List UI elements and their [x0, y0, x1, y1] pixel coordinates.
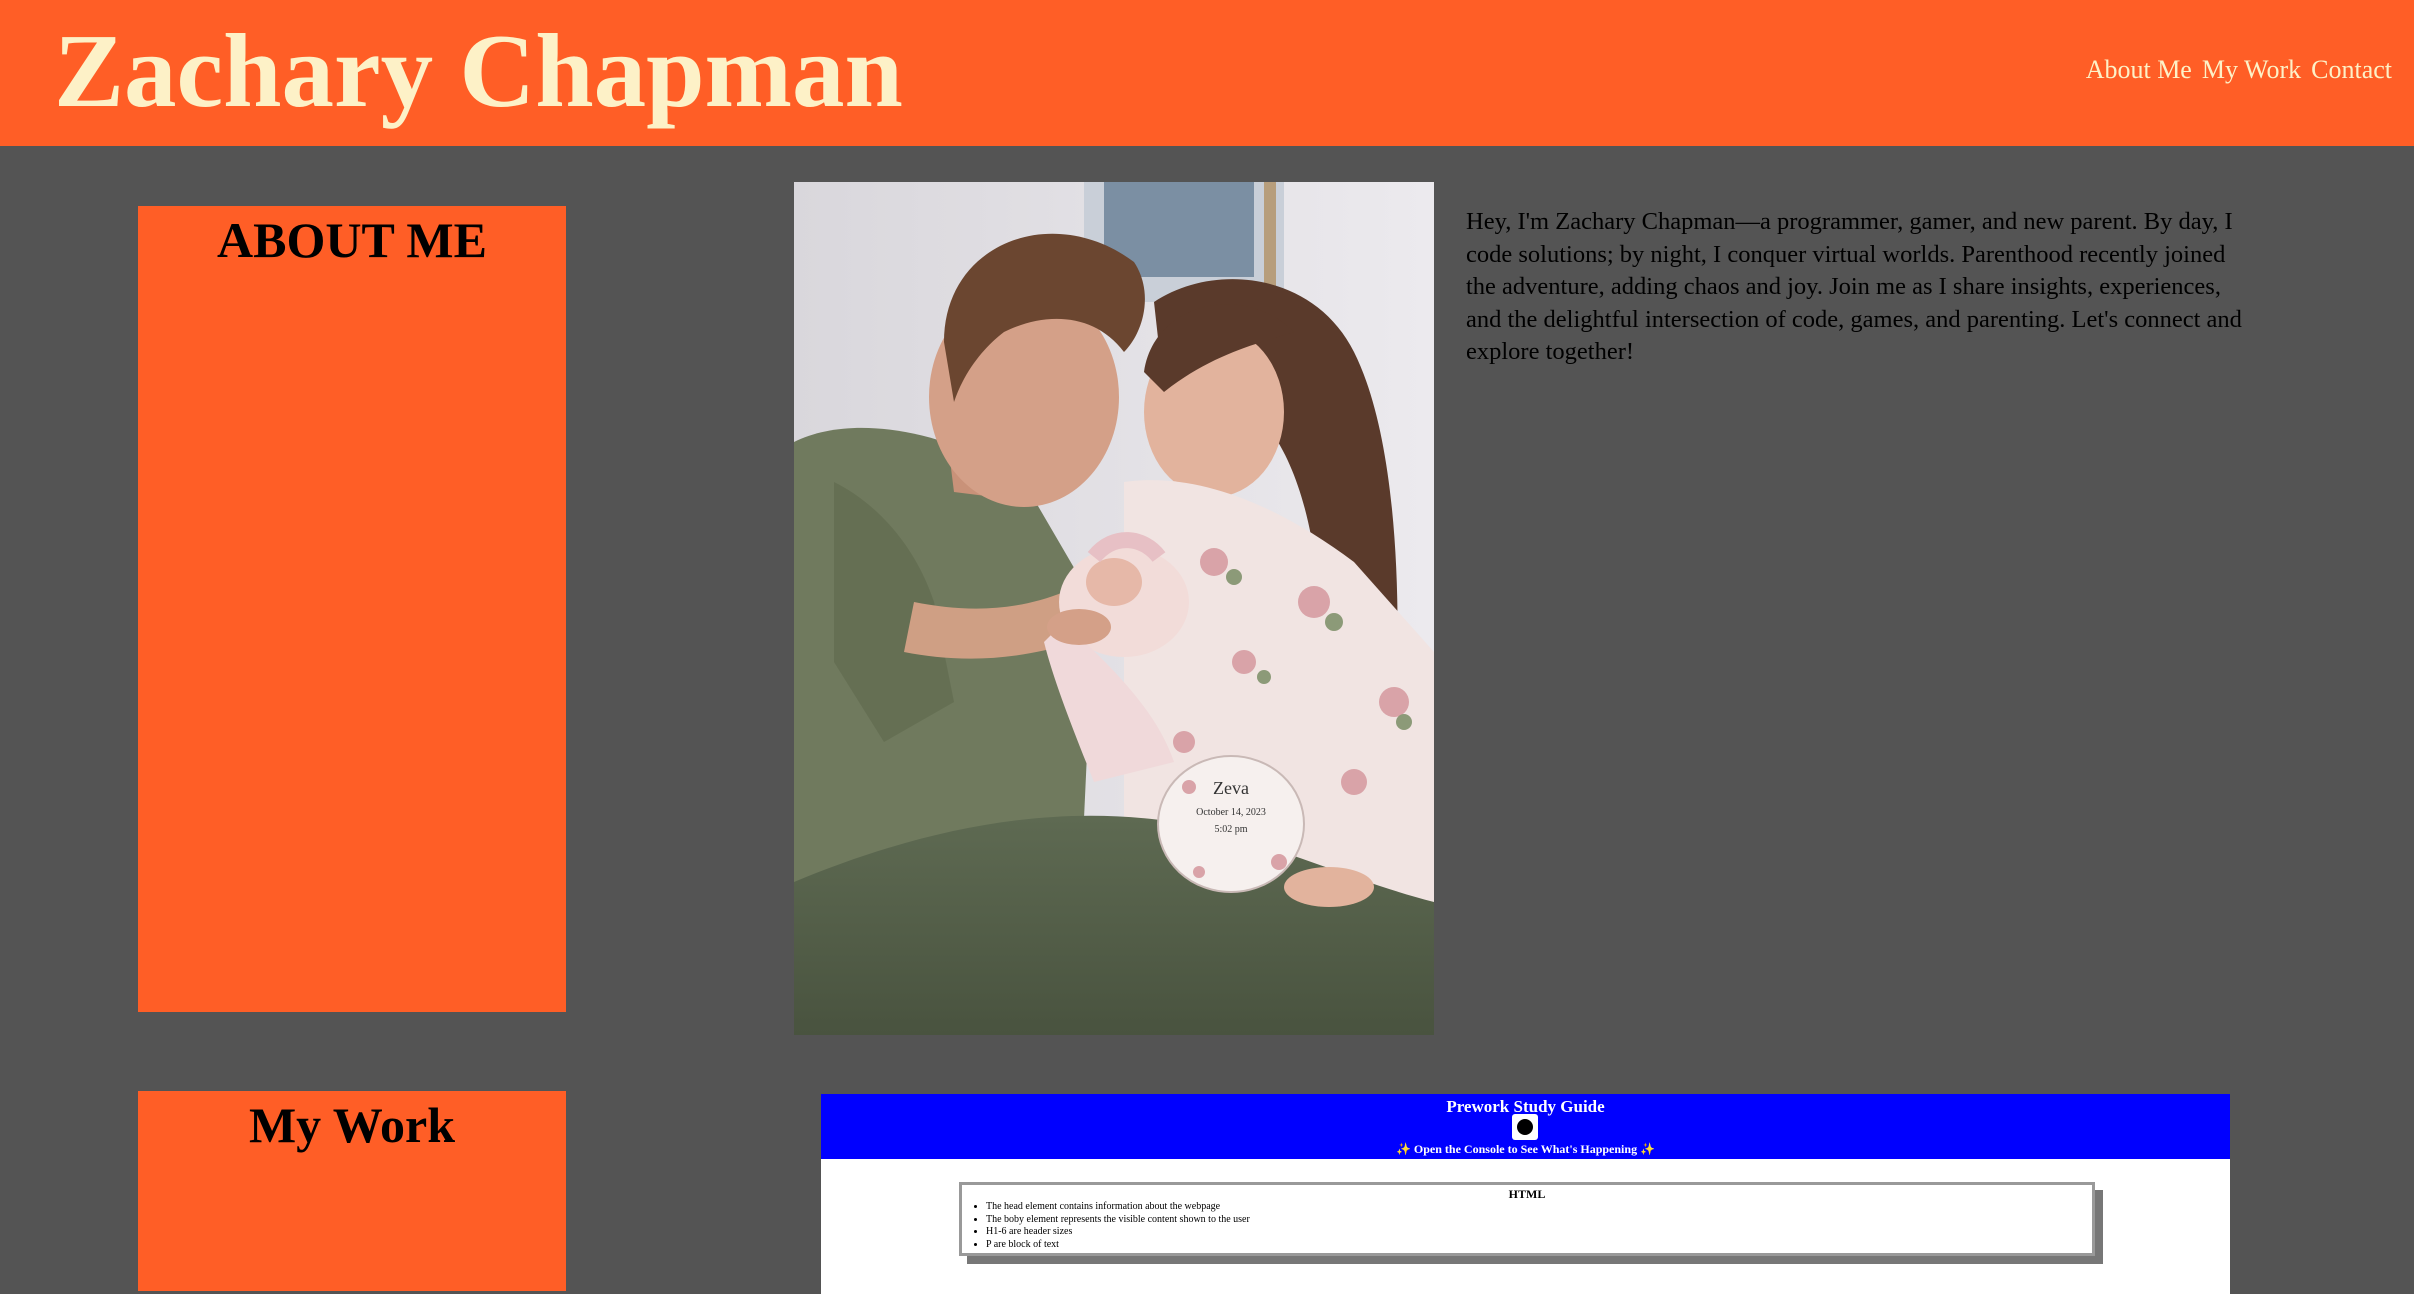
preview-card-list: The head element contains information ab…: [972, 1201, 1250, 1251]
list-item: The head element contains information ab…: [986, 1201, 1250, 1214]
family-photo: Zeva October 14, 2023 5:02 pm: [794, 182, 1434, 1035]
site-title: Zachary Chapman: [54, 12, 903, 129]
preview-subtitle: ✨ Open the Console to See What's Happeni…: [1395, 1142, 1656, 1156]
preview-header: Prework Study Guide ✨ Open the Console t…: [821, 1094, 2230, 1159]
project-preview-prework-study-guide[interactable]: Prework Study Guide ✨ Open the Console t…: [821, 1094, 2230, 1294]
preview-logo-icon: [1512, 1114, 1538, 1140]
my-work-heading: My Work: [248, 1097, 456, 1153]
about-me-heading: ABOUT ME: [217, 212, 487, 268]
list-item: The boby element represents the visible …: [986, 1214, 1250, 1227]
nav-link-about[interactable]: About Me: [2086, 52, 2192, 88]
card-line-1: Zeva: [1213, 778, 1249, 798]
preview-html-card: HTML The head element contains informati…: [959, 1182, 2095, 1256]
about-me-panel: ABOUT ME: [138, 206, 566, 1012]
about-bio-text: Hey, I'm Zachary Chapman—a programmer, g…: [1466, 208, 2242, 365]
list-item: H1-6 are header sizes: [986, 1226, 1250, 1239]
card-line-3: 5:02 pm: [1214, 824, 1247, 835]
list-item: P are block of text: [986, 1239, 1250, 1252]
site-header: Zachary Chapman About Me My Work Contact: [0, 0, 2414, 146]
nav-link-work[interactable]: My Work: [2202, 52, 2301, 88]
card-line-2: October 14, 2023: [1196, 807, 1266, 818]
nav-link-contact[interactable]: Contact: [2311, 52, 2392, 88]
main-nav: About Me My Work Contact: [2086, 52, 2392, 88]
preview-card-title: HTML: [1508, 1187, 1546, 1201]
my-work-panel: My Work: [138, 1091, 566, 1291]
